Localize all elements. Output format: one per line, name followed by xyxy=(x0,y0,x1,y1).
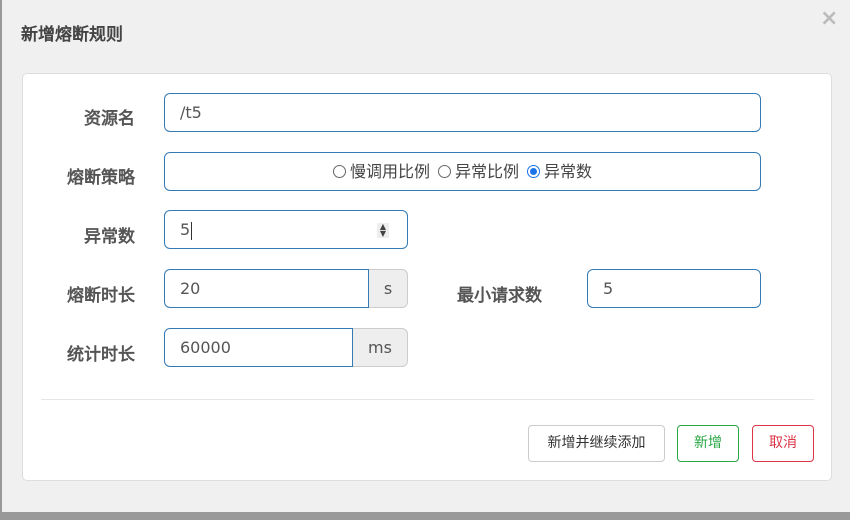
min-request-label: 最小请求数 xyxy=(457,286,542,306)
divider xyxy=(41,399,814,400)
break-duration-input[interactable]: 20 xyxy=(164,269,369,308)
cancel-button[interactable]: 取消 xyxy=(752,425,814,462)
radio-label: 异常比例 xyxy=(454,162,519,181)
radio-slow-call-ratio[interactable]: 慢调用比例 xyxy=(332,153,430,190)
radio-exception-ratio[interactable]: 异常比例 xyxy=(437,153,519,190)
number-spinner-icon[interactable]: ▲ ▼ xyxy=(377,223,389,238)
radio-icon xyxy=(437,165,451,178)
stat-duration-unit: ms xyxy=(353,328,408,367)
strategy-label: 熔断策略 xyxy=(67,168,135,188)
form-card: 资源名 /t5 熔断策略 慢调用比例 异常比例 异常数 异常数 5 ▲ ▼ 熔断时长… xyxy=(22,73,832,481)
strategy-radio-group: 慢调用比例 异常比例 异常数 xyxy=(164,152,761,191)
exception-count-input[interactable]: 5 ▲ ▼ xyxy=(164,210,408,249)
break-duration-unit: s xyxy=(369,269,408,308)
resource-label: 资源名 xyxy=(84,109,135,129)
min-request-input[interactable]: 5 xyxy=(587,269,761,308)
radio-exception-count[interactable]: 异常数 xyxy=(527,153,592,190)
radio-checked-icon xyxy=(527,165,540,178)
close-icon[interactable]: × xyxy=(820,6,838,31)
new-circuit-breaker-rule-dialog: 新增熔断规则 × 资源名 /t5 熔断策略 慢调用比例 异常比例 异常数 异常数… xyxy=(2,0,850,512)
dialog-title: 新增熔断规则 xyxy=(21,25,123,45)
radio-label: 慢调用比例 xyxy=(349,162,430,181)
text-caret xyxy=(191,221,193,240)
radio-icon xyxy=(332,165,346,178)
add-button[interactable]: 新增 xyxy=(677,425,739,462)
radio-label: 异常数 xyxy=(544,162,593,181)
exception-count-label: 异常数 xyxy=(84,227,135,247)
break-duration-label: 熔断时长 xyxy=(67,286,135,306)
stat-duration-label: 统计时长 xyxy=(67,345,135,365)
exception-count-value: 5 xyxy=(180,220,191,239)
stat-duration-input[interactable]: 60000 xyxy=(164,328,353,367)
resource-input[interactable]: /t5 xyxy=(164,93,761,132)
add-and-continue-button[interactable]: 新增并继续添加 xyxy=(528,425,665,462)
